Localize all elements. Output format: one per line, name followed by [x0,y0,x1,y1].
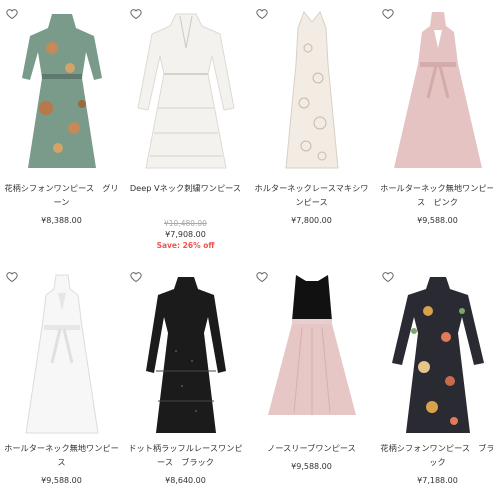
original-price: ¥10,480.00 [164,219,207,228]
product-card[interactable]: ドット柄ラッフルレースワンピース ブラック ¥8,640.00 [124,263,247,500]
product-price: ¥9,588.00 [41,476,82,485]
product-name[interactable]: ホルターネックレースマキシワンピース [252,181,371,209]
product-image[interactable] [12,8,112,176]
product-name[interactable]: ホールターネック無地ワンピース [2,441,121,469]
product-name[interactable]: ホールターネック無地ワンピース ピンク [378,181,493,209]
product-price: ¥8,388.00 [41,216,82,225]
product-image[interactable] [262,271,362,439]
product-card[interactable]: ホルターネックレースマキシワンピース ¥7,800.00 [250,0,373,250]
product-card[interactable]: ノースリーブワンピース ¥9,588.00 [250,263,373,500]
product-image[interactable] [388,271,488,439]
product-image[interactable] [388,8,488,176]
product-price: ¥9,588.00 [417,216,458,225]
product-name[interactable]: ドット柄ラッフルレースワンピース ブラック [126,441,245,469]
product-image[interactable] [136,271,236,439]
product-card[interactable]: 花柄シフォンワンピース ブラック ¥7,188.00 [376,263,493,500]
product-name[interactable]: 花柄シフォンワンピース ブラック [378,441,493,469]
product-card[interactable]: ホールターネック無地ワンピース ¥9,588.00 [0,263,123,500]
discount-label: Save: 26% off [156,241,215,250]
product-price: ¥8,640.00 [165,476,206,485]
product-image[interactable] [136,8,236,176]
product-price: ¥7,188.00 [417,476,458,485]
product-card[interactable]: Deep Vネック刺繍ワンピース ¥10,480.00 ¥7,908.00 Sa… [124,0,247,250]
product-card[interactable]: ホールターネック無地ワンピース ピンク ¥9,588.00 [376,0,493,250]
product-image[interactable] [12,271,112,439]
product-card[interactable]: 花柄シフォンワンピース グリーン ¥8,388.00 [0,0,123,250]
product-price: ¥9,588.00 [291,462,332,471]
product-name[interactable]: ノースリーブワンピース [252,441,371,455]
product-name[interactable]: 花柄シフォンワンピース グリーン [2,181,121,209]
product-price: ¥7,800.00 [291,216,332,225]
product-name[interactable]: Deep Vネック刺繍ワンピース [126,181,245,195]
product-price: ¥7,908.00 [165,230,206,239]
product-image[interactable] [262,8,362,176]
product-grid: 花柄シフォンワンピース グリーン ¥8,388.00 Deep Vネック刺繍ワン… [0,0,493,500]
